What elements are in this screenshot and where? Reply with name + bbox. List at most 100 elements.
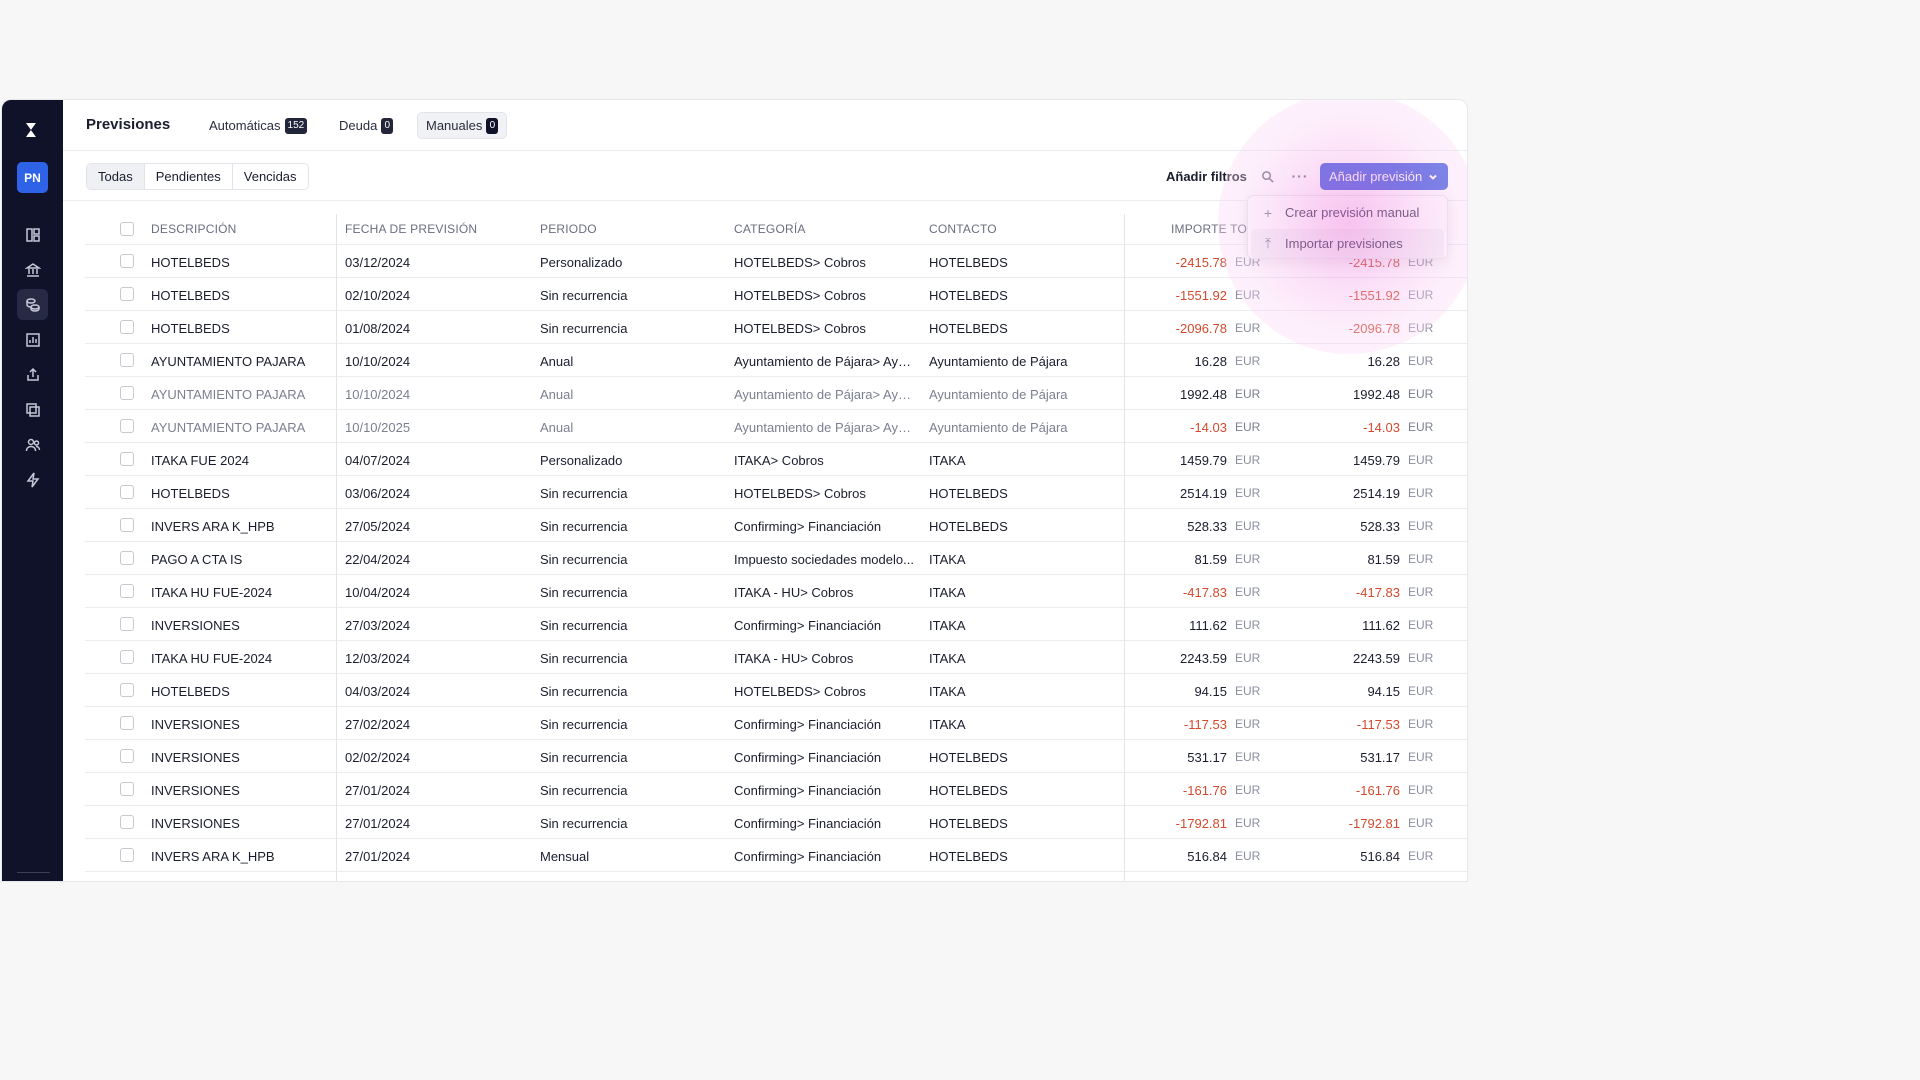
row-checkbox[interactable] [120, 815, 134, 829]
add-filters-button[interactable]: Añadir filtros [1166, 169, 1247, 184]
chart-icon[interactable] [17, 324, 48, 355]
row-checkbox[interactable] [120, 254, 134, 268]
column-header-contacto[interactable]: CONTACTO [929, 222, 997, 236]
column-header-descripcion[interactable]: DESCRIPCIÓN [151, 222, 237, 236]
column-header-fecha[interactable]: FECHA DE PREVISIÓN [345, 222, 477, 236]
row-checkbox[interactable] [120, 287, 134, 301]
cell-amount: 531.17 [1187, 750, 1227, 765]
upload-icon[interactable] [17, 359, 48, 390]
cell-contact: HOTELBEDS [929, 750, 1008, 765]
cell-period: Sin recurrencia [540, 618, 628, 633]
copy-icon[interactable] [17, 394, 48, 425]
header: Previsiones Automáticas 152 Deuda 0 Manu… [63, 100, 1467, 151]
table-row[interactable]: PAGO A CTA IS 22/04/2024 Sin recurrencia Im… [85, 542, 1467, 575]
cell-amount-total: 516.84 [1360, 849, 1400, 864]
cell-desc: HOTELBEDS [151, 684, 230, 699]
dashboard-icon[interactable] [17, 219, 48, 250]
users-icon[interactable] [17, 429, 48, 460]
row-checkbox[interactable] [120, 584, 134, 598]
tab-automaticas[interactable]: Automáticas 152 [201, 112, 315, 139]
table-row[interactable]: HOTELBEDS 04/03/2024 Sin recurrencia HOTELB… [85, 674, 1467, 707]
row-checkbox[interactable] [120, 320, 134, 334]
lightning-icon[interactable] [17, 464, 48, 495]
forecast-icon[interactable] [17, 289, 48, 320]
table-row[interactable]: INVERSIONES 02/02/2024 Sin recurrencia Conf… [85, 740, 1467, 773]
table-row[interactable]: HOTELBEDS 01/08/2024 Sin recurrencia HOTELB… [85, 311, 1467, 344]
more-options-button[interactable]: ··· [1289, 165, 1311, 187]
table-row[interactable]: AYUNTAMIENTO PAJARA 10/10/2024 Anual Ayunta… [85, 377, 1467, 410]
cell-period: Anual [540, 354, 574, 369]
row-checkbox[interactable] [120, 518, 134, 532]
row-checkbox[interactable] [120, 749, 134, 763]
cell-desc: ITAKA HU FUE-2024 [151, 585, 273, 600]
row-checkbox[interactable] [120, 782, 134, 796]
row-checkbox[interactable] [120, 617, 134, 631]
cell-period: Personalizado [540, 453, 623, 468]
table-row[interactable]: INVERS ARA K_HPB 27/05/2024 Sin recurrenci… [85, 509, 1467, 542]
cell-currency: EUR [1408, 783, 1434, 797]
row-checkbox[interactable] [120, 485, 134, 499]
table-row[interactable]: INVERSIONES 27/01/2024 Sin recurrencia Conf… [85, 806, 1467, 839]
cell-currency: EUR [1235, 552, 1261, 566]
column-header-periodo[interactable]: PERIODO [540, 222, 597, 236]
cell-cat: HOTELBEDS> Cobros [734, 684, 866, 699]
table-row[interactable]: INVERS ARA K_HPB 27/01/2024 Mensual Confirm… [85, 839, 1467, 872]
cell-currency: EUR [1408, 519, 1434, 533]
table-row[interactable]: ITAKA FUE 2024 04/07/2024 Personalizado ITA… [85, 443, 1467, 476]
table-row[interactable]: HOTELBEDS 02/10/2024 Sin recurrencia HOTELB… [85, 278, 1467, 311]
cell-contact: ITAKA [929, 552, 966, 567]
row-checkbox[interactable] [120, 683, 134, 697]
segment-todas[interactable]: Todas [87, 164, 145, 189]
cell-amount-total: -2096.78 [1348, 321, 1400, 336]
cell-amount-total: -117.53 [1356, 717, 1400, 732]
table-row[interactable]: AYUNTAMIENTO PAJARA 10/10/2025 Anual Ayunta… [85, 410, 1467, 443]
tab-label: Deuda [339, 118, 378, 133]
page-title: Previsiones [86, 116, 171, 133]
menu-item-label: Importar previsiones [1285, 236, 1403, 251]
cell-currency: EUR [1408, 618, 1434, 632]
user-avatar[interactable]: PN [17, 162, 48, 193]
cell-currency: EUR [1408, 453, 1434, 467]
table-row[interactable]: HOTELBEDS 03/06/2024 Sin recurrencia HOTELB… [85, 476, 1467, 509]
table-row[interactable]: INVERSIONES 27/02/2024 Sin recurrencia Conf… [85, 707, 1467, 740]
cell-cat: ITAKA - HU> Cobros [734, 585, 854, 600]
table-row[interactable]: INVERSIONES 27/03/2024 Sin recurrencia Conf… [85, 608, 1467, 641]
tab-deuda[interactable]: Deuda 0 [331, 112, 401, 139]
cell-currency: EUR [1408, 321, 1434, 335]
import-forecasts-item[interactable]: ⤒ Importar previsiones [1251, 229, 1444, 258]
bank-icon[interactable] [17, 254, 48, 285]
segment-vencidas[interactable]: Vencidas [233, 164, 308, 189]
tab-manuales[interactable]: Manuales 0 [417, 112, 508, 139]
create-manual-forecast-item[interactable]: + Crear previsión manual [1251, 198, 1444, 227]
row-checkbox[interactable] [120, 386, 134, 400]
row-checkbox[interactable] [120, 716, 134, 730]
select-all-checkbox[interactable] [120, 222, 134, 236]
cell-currency: EUR [1408, 486, 1434, 500]
cell-cat: Ayuntamiento de Pájara> Ayun... [734, 420, 914, 435]
table-row[interactable]: INVERSIONES 27/01/2024 Sin recurrencia Conf… [85, 773, 1467, 806]
column-header-categoria[interactable]: CATEGORÍA [734, 222, 806, 236]
row-checkbox[interactable] [120, 650, 134, 664]
tab-label: Manuales [426, 118, 483, 133]
row-checkbox[interactable] [120, 848, 134, 862]
row-checkbox[interactable] [120, 419, 134, 433]
cell-amount-total: 2243.59 [1353, 651, 1400, 666]
cell-contact: ITAKA [929, 585, 966, 600]
cell-currency: EUR [1235, 717, 1261, 731]
cell-desc: ITAKA FUE 2024 [151, 453, 250, 468]
row-checkbox[interactable] [120, 353, 134, 367]
cell-contact: HOTELBEDS [929, 321, 1008, 336]
table-row[interactable]: ITAKA HU FUE-2024 12/03/2024 Sin recurrenc… [85, 641, 1467, 674]
cell-amount: 2514.19 [1180, 486, 1227, 501]
row-checkbox[interactable] [120, 452, 134, 466]
row-checkbox[interactable] [120, 551, 134, 565]
logo-icon[interactable] [22, 120, 42, 140]
cell-date: 27/01/2024 [345, 816, 411, 831]
add-forecast-button[interactable]: Añadir previsión [1320, 163, 1448, 190]
table-row[interactable]: ITAKA HU FUE-2024 10/04/2024 Sin recurrenc… [85, 575, 1467, 608]
table-row[interactable]: AYUNTAMIENTO PAJARA 10/10/2024 Anual Ayunta… [85, 344, 1467, 377]
segment-pendientes[interactable]: Pendientes [145, 164, 233, 189]
cell-period: Sin recurrencia [540, 816, 628, 831]
cell-period: Sin recurrencia [540, 288, 628, 303]
search-icon[interactable] [1256, 165, 1278, 187]
